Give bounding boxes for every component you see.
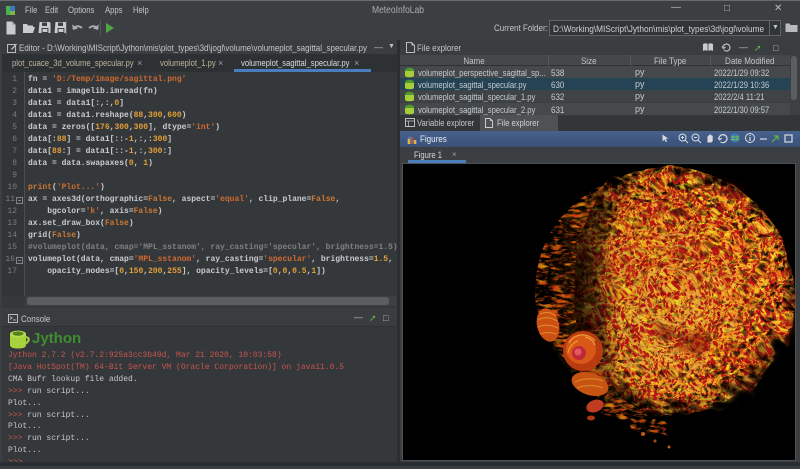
svg-text:Jython: Jython: [32, 330, 81, 347]
